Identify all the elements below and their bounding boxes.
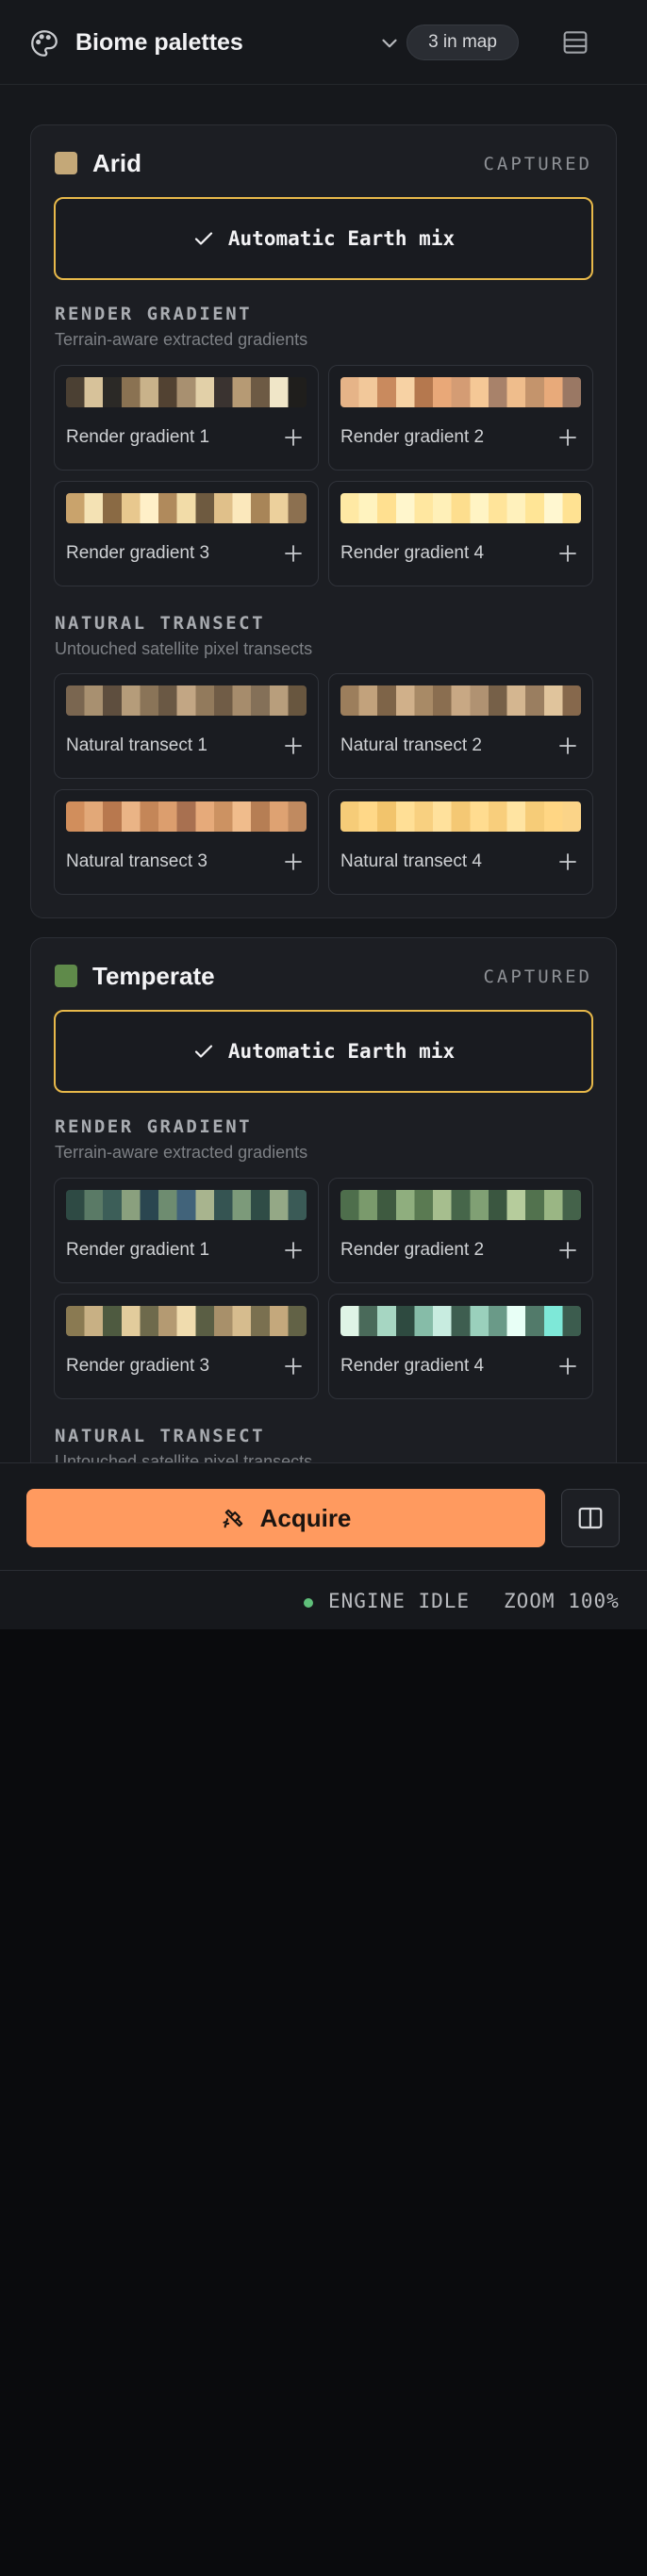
plus-icon[interactable] [556,542,579,565]
plus-icon[interactable] [282,542,305,565]
transect-preview [340,801,581,832]
gradient-preview [340,1190,581,1220]
plus-icon[interactable] [556,735,579,757]
zoom-level: ZOOM 100% [504,1590,620,1612]
biome-card-temperate: Temperate CAPTURED Automatic Earth mix R… [30,937,617,1462]
split-panel-icon [578,1507,603,1529]
gradient-tile[interactable]: Render gradient 2 [328,1178,593,1283]
gradient-preview [340,377,581,407]
transect-label: Natural transect 4 [340,851,482,871]
gradient-label: Render gradient 2 [340,427,485,447]
gradient-label: Render gradient 4 [340,543,485,563]
mix-label: Automatic Earth mix [227,1040,456,1063]
toggle-panel-button[interactable] [561,1489,620,1547]
gradient-tile[interactable]: Render gradient 4 [328,481,593,586]
gradient-label: Render gradient 2 [340,1240,485,1260]
status-badge: CAPTURED [483,966,592,987]
engine-status: ENGINE IDLE [328,1590,471,1612]
gradient-preview [66,377,307,407]
engine-status-dot [304,1598,313,1608]
header: Biome palettes 3 in map [0,0,647,85]
chevron-down-icon[interactable] [377,31,402,56]
plus-icon[interactable] [282,735,305,757]
gradient-preview [66,493,307,523]
plus-icon[interactable] [282,426,305,449]
palette-icon [31,30,58,57]
checkmark-icon [194,1045,212,1058]
acquire-label: Acquire [259,1503,352,1532]
mix-label: Automatic Earth mix [227,227,456,250]
status-badge: CAPTURED [483,154,592,174]
section-title: NATURAL TRANSECT [55,613,266,634]
section-subtitle: Terrain-aware extracted gradients [55,330,308,349]
transect-tile[interactable]: Natural transect 2 [328,673,593,779]
transect-label: Natural transect 1 [66,735,207,755]
plus-icon[interactable] [282,850,305,873]
status-bar: ENGINE IDLE ZOOM 100% [0,1570,647,1629]
map-count-badge[interactable]: 3 in map [406,25,519,60]
automatic-earth-mix-button[interactable]: Automatic Earth mix [54,1010,593,1093]
biome-swatch [55,965,77,987]
biome-name: Temperate [92,962,215,990]
section-subtitle: Untouched satellite pixel transects [55,1452,313,1462]
gradient-tile[interactable]: Render gradient 3 [54,1294,319,1399]
gradient-tile[interactable]: Render gradient 1 [54,1178,319,1283]
plus-icon[interactable] [282,1239,305,1262]
app-window: Biome palettes 3 in map Arid CAPTURED Au… [0,0,647,1629]
transect-tile[interactable]: Natural transect 3 [54,789,319,895]
section-title: RENDER GRADIENT [55,1116,253,1137]
acquire-button[interactable]: Acquire [26,1489,545,1547]
section-title: NATURAL TRANSECT [55,1426,266,1446]
biome-list[interactable]: Arid CAPTURED Automatic Earth mix RENDER… [0,86,647,1462]
gradient-label: Render gradient 1 [66,427,210,447]
gradient-label: Render gradient 1 [66,1240,210,1260]
gradient-tile[interactable]: Render gradient 4 [328,1294,593,1399]
transect-label: Natural transect 3 [66,851,207,871]
gradient-preview [66,1190,307,1220]
gradient-preview [340,1306,581,1336]
section-subtitle: Untouched satellite pixel transects [55,639,313,658]
gradient-preview [66,1306,307,1336]
gradient-tile[interactable]: Render gradient 2 [328,365,593,471]
plus-icon[interactable] [556,850,579,873]
list-icon[interactable] [560,27,590,58]
plus-icon[interactable] [556,426,579,449]
satellite-icon [223,1509,242,1528]
gradient-label: Render gradient 3 [66,1356,210,1376]
transect-label: Natural transect 2 [340,735,482,755]
gradient-preview [340,493,581,523]
transect-preview [340,685,581,716]
plus-icon[interactable] [556,1239,579,1262]
transect-tile[interactable]: Natural transect 4 [328,789,593,895]
transect-preview [66,685,307,716]
gradient-tile[interactable]: Render gradient 1 [54,365,319,471]
plus-icon[interactable] [282,1355,305,1378]
action-bar: Acquire [0,1462,647,1570]
gradient-label: Render gradient 3 [66,543,210,563]
transect-preview [66,801,307,832]
gradient-label: Render gradient 4 [340,1356,485,1376]
biome-name: Arid [92,149,141,177]
section-subtitle: Terrain-aware extracted gradients [55,1143,308,1162]
automatic-earth-mix-button[interactable]: Automatic Earth mix [54,197,593,280]
transect-tile[interactable]: Natural transect 1 [54,673,319,779]
page-title: Biome palettes [75,29,243,56]
plus-icon[interactable] [556,1355,579,1378]
checkmark-icon [194,232,212,245]
gradient-tile[interactable]: Render gradient 3 [54,481,319,586]
section-title: RENDER GRADIENT [55,304,253,324]
biome-card-arid: Arid CAPTURED Automatic Earth mix RENDER… [30,124,617,918]
biome-swatch [55,152,77,174]
